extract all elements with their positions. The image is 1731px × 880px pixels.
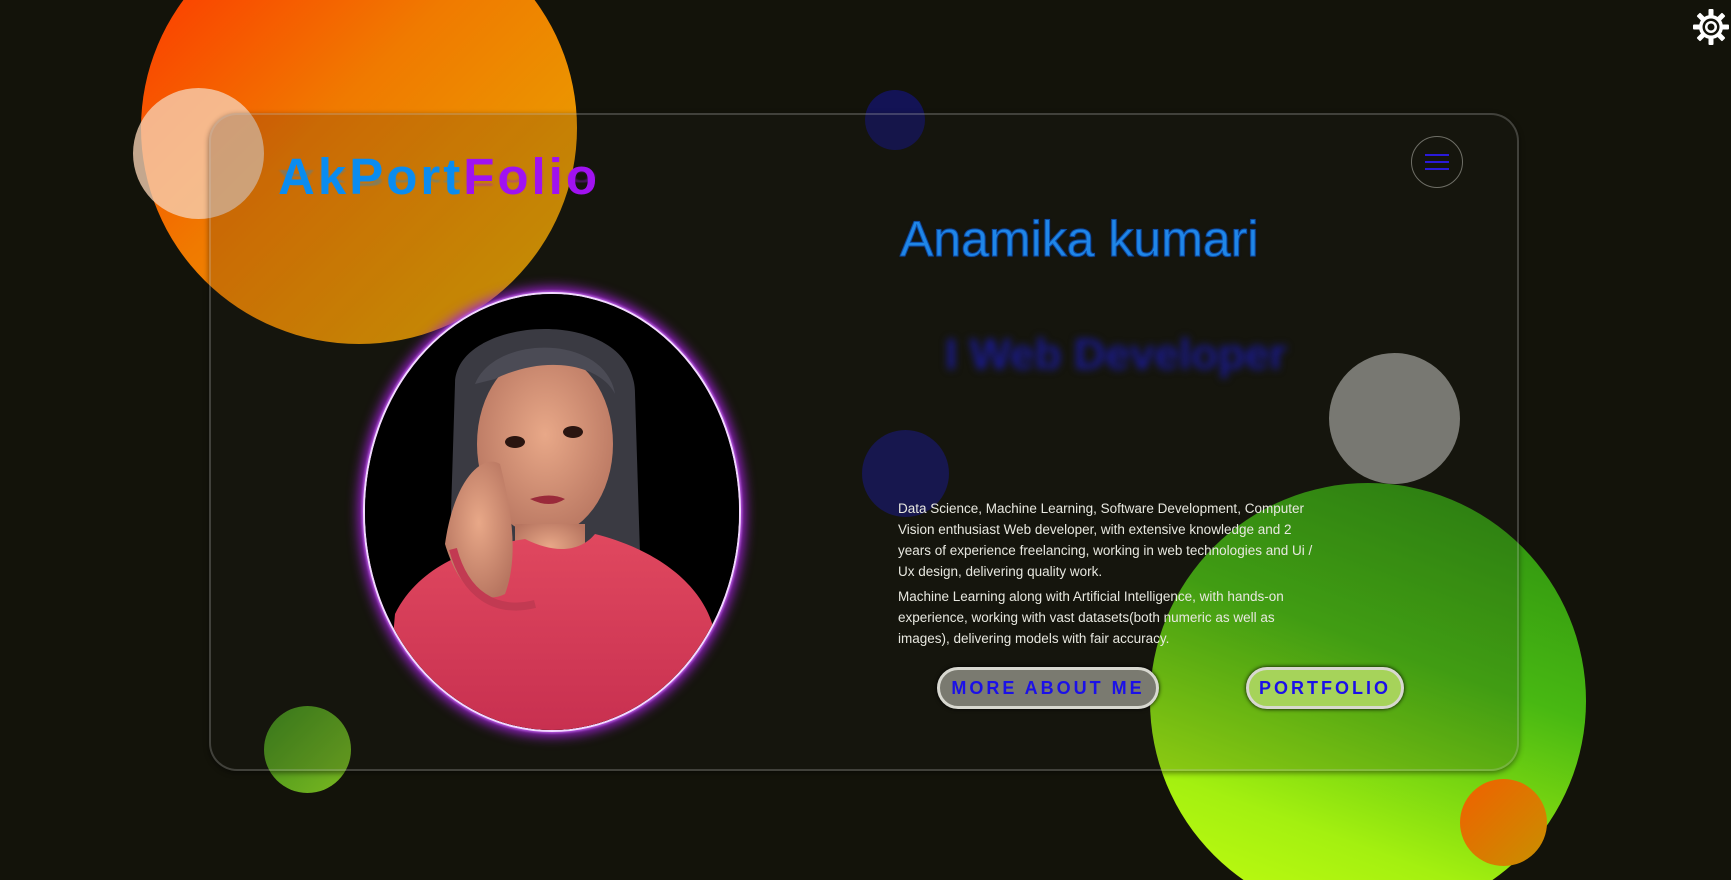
about-paragraph: Data Science, Machine Learning, Software… <box>898 501 1313 579</box>
about-paragraph: Machine Learning along with Artificial I… <box>898 589 1284 646</box>
profile-photo <box>363 292 741 732</box>
logo-text-secondary: Folio <box>463 148 601 205</box>
page: AkPortFolio AkPortFolio Anamika kumari I… <box>0 0 1731 880</box>
theme-settings-button[interactable] <box>1691 8 1731 48</box>
hamburger-menu-icon <box>1425 154 1449 170</box>
decor-orange-small-circle <box>1460 779 1547 866</box>
portfolio-button[interactable]: PORTFOLIO <box>1246 667 1404 709</box>
menu-button[interactable] <box>1411 136 1463 188</box>
profile-name: Anamika kumari <box>900 211 1259 268</box>
about-summary: Data Science, Machine Learning, Software… <box>898 498 1318 653</box>
more-about-me-button[interactable]: MORE ABOUT ME <box>937 667 1159 709</box>
site-logo[interactable]: AkPortFolio <box>278 149 600 205</box>
role-typewriter: I Web Developer <box>945 330 1287 379</box>
gear-icon <box>1693 9 1729 45</box>
profile-portrait-image <box>365 294 739 730</box>
logo-text-primary: AkPort <box>278 148 464 205</box>
